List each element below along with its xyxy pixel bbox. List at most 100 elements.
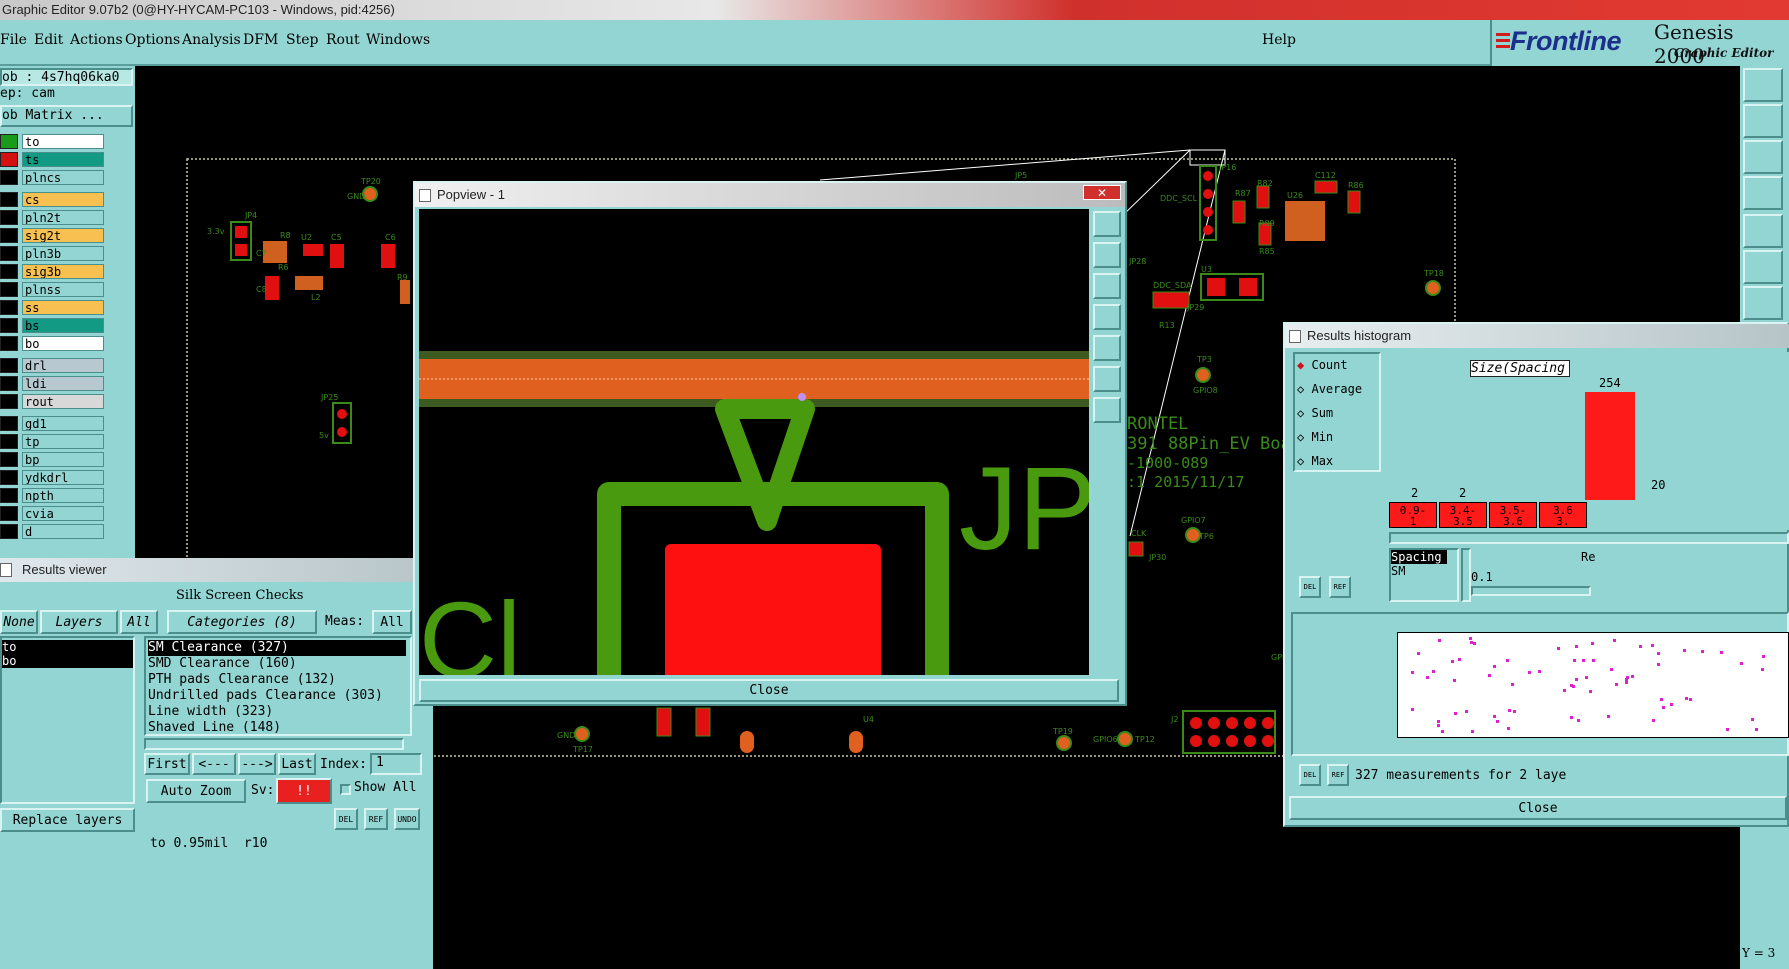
menu-help[interactable]: Help xyxy=(1262,32,1296,48)
layer-checkbox[interactable] xyxy=(0,358,18,373)
list-item[interactable]: Shaved Line (148) xyxy=(148,720,281,735)
layer-row-rout[interactable]: rout xyxy=(22,394,104,409)
popview-tool-down-icon[interactable] xyxy=(1093,273,1121,299)
layer-row-sig3b[interactable]: sig3b xyxy=(22,264,104,279)
menu-rout[interactable]: Rout xyxy=(326,32,360,48)
layer-checkbox[interactable] xyxy=(0,300,18,315)
layer-row-pln3b[interactable]: pln3b xyxy=(22,246,104,261)
menu-step[interactable]: Step xyxy=(286,32,318,48)
layer-checkbox[interactable] xyxy=(0,152,18,167)
hist-scrollbar[interactable] xyxy=(1389,532,1789,544)
menu-edit[interactable]: Edit xyxy=(34,32,63,48)
list-item[interactable]: Line width (323) xyxy=(148,704,273,719)
layer-checkbox[interactable] xyxy=(0,394,18,409)
popview-tool-up-icon[interactable] xyxy=(1093,242,1121,268)
hist-del-button-2[interactable]: DEL xyxy=(1299,764,1321,786)
layer-row-ts[interactable]: ts xyxy=(22,152,104,167)
undo-button[interactable]: UNDO xyxy=(394,808,420,830)
layer-checkbox[interactable] xyxy=(0,376,18,391)
option-count[interactable]: ◆ Count xyxy=(1297,358,1348,372)
tool-zoom-back-icon[interactable] xyxy=(1743,104,1783,138)
layer-row-bs[interactable]: bs xyxy=(22,318,104,333)
popview-close-x-icon[interactable]: ✕ xyxy=(1083,185,1121,200)
layer-row-pln2t[interactable]: pln2t xyxy=(22,210,104,225)
hist-ref-button[interactable]: REF xyxy=(1329,576,1351,598)
menu-dfm[interactable]: DFM xyxy=(243,32,278,48)
index-field[interactable]: 1 xyxy=(370,753,422,775)
layer-row-ydkdrl[interactable]: ydkdrl xyxy=(22,470,104,485)
layer-checkbox[interactable] xyxy=(0,452,18,467)
layer-row-cs[interactable]: cs xyxy=(22,192,104,207)
layer-checkbox[interactable] xyxy=(0,416,18,431)
layer-row-sig2t[interactable]: sig2t xyxy=(22,228,104,243)
layer-checkbox[interactable] xyxy=(0,264,18,279)
layer-row-plncs[interactable]: plncs xyxy=(22,170,104,185)
hist-ref-button-2[interactable]: REF xyxy=(1327,764,1349,786)
layer-row-ss[interactable]: ss xyxy=(22,300,104,315)
popview-canvas[interactable]: JP Cl xyxy=(419,209,1089,675)
tool-measure-icon[interactable] xyxy=(1743,286,1783,320)
layer-row-npth[interactable]: npth xyxy=(22,488,104,503)
layer-checkbox[interactable] xyxy=(0,192,18,207)
replace-layers-select[interactable]: Replace layers xyxy=(0,808,135,832)
layer-checkbox[interactable] xyxy=(0,318,18,333)
popview-tool-zoom-in-icon[interactable] xyxy=(1093,397,1121,423)
option-sum[interactable]: ◇ Sum xyxy=(1297,406,1333,420)
category-list[interactable]: SM Clearance (327) SMD Clearance (160) P… xyxy=(144,636,412,736)
threshold-slider[interactable] xyxy=(1471,586,1591,596)
menu-file[interactable]: File xyxy=(0,32,27,48)
tool-home-icon[interactable] xyxy=(1743,68,1783,102)
popview-tool-zoom-out-icon[interactable] xyxy=(1093,366,1121,392)
popview-tool-right-icon[interactable] xyxy=(1093,335,1121,361)
horizontal-scrollbar[interactable] xyxy=(144,738,404,750)
option-min[interactable]: ◇ Min xyxy=(1297,430,1333,444)
menu-actions[interactable]: Actions xyxy=(70,32,123,48)
layer-row-tp[interactable]: tp xyxy=(22,434,104,449)
list-item[interactable]: bo xyxy=(2,654,133,668)
popview-tool-left-icon[interactable] xyxy=(1093,304,1121,330)
layer-checkbox[interactable] xyxy=(0,336,18,351)
layer-checkbox[interactable] xyxy=(0,246,18,261)
spacing-scrollbar[interactable] xyxy=(1461,548,1471,602)
auto-zoom-select[interactable]: Auto Zoom xyxy=(146,779,246,803)
layer-results-list[interactable]: to bo xyxy=(0,636,135,804)
categories-button[interactable]: Categories (8) xyxy=(167,610,317,634)
layer-checkbox[interactable] xyxy=(0,488,18,503)
tool-net-icon[interactable] xyxy=(1743,250,1783,284)
layer-row-plnss[interactable]: plnss xyxy=(22,282,104,297)
layer-row-gd1[interactable]: gd1 xyxy=(22,416,104,431)
layer-checkbox[interactable] xyxy=(0,282,18,297)
histogram-close-button[interactable]: Close xyxy=(1289,796,1787,820)
layer-checkbox[interactable] xyxy=(0,210,18,225)
layers-button[interactable]: Layers xyxy=(40,610,118,634)
option-average[interactable]: ◇ Average xyxy=(1297,382,1362,396)
layer-checkbox[interactable] xyxy=(0,524,18,539)
layer-checkbox[interactable] xyxy=(0,506,18,521)
first-button[interactable]: First xyxy=(144,753,190,775)
histogram-bin-label[interactable]: 3.5- 3.6 xyxy=(1489,502,1537,528)
tool-select-icon[interactable] xyxy=(1743,214,1783,248)
prev-button[interactable]: <--- xyxy=(192,753,236,775)
scatter-map[interactable] xyxy=(1397,632,1789,738)
list-item[interactable]: SM xyxy=(1391,564,1457,578)
list-item[interactable]: PTH pads Clearance (132) xyxy=(148,672,336,687)
popview-tool-fit-icon[interactable] xyxy=(1093,211,1121,237)
option-max[interactable]: ◇ Max xyxy=(1297,454,1333,468)
spacing-list[interactable]: Spacing SM xyxy=(1389,548,1459,602)
hist-del-button[interactable]: DEL xyxy=(1299,576,1321,598)
show-all-checkbox[interactable] xyxy=(340,784,351,795)
histogram-bin-label[interactable]: 0.9- 1 xyxy=(1389,502,1437,528)
layer-row-ldi[interactable]: ldi xyxy=(22,376,104,391)
layer-row-bp[interactable]: bp xyxy=(22,452,104,467)
layer-checkbox[interactable] xyxy=(0,228,18,243)
last-button[interactable]: Last xyxy=(278,753,316,775)
layer-row-drl[interactable]: drl xyxy=(22,358,104,373)
layer-row-d[interactable]: d xyxy=(22,524,104,539)
tool-pan-icon[interactable] xyxy=(1743,176,1783,210)
histogram-bar[interactable] xyxy=(1585,392,1635,500)
layer-checkbox[interactable] xyxy=(0,170,18,185)
list-item[interactable]: to xyxy=(2,640,133,654)
tool-zoom-fit-icon[interactable] xyxy=(1743,140,1783,174)
list-item[interactable]: Undrilled pads Clearance (303) xyxy=(148,688,383,703)
list-item[interactable]: Spacing xyxy=(1391,550,1447,564)
